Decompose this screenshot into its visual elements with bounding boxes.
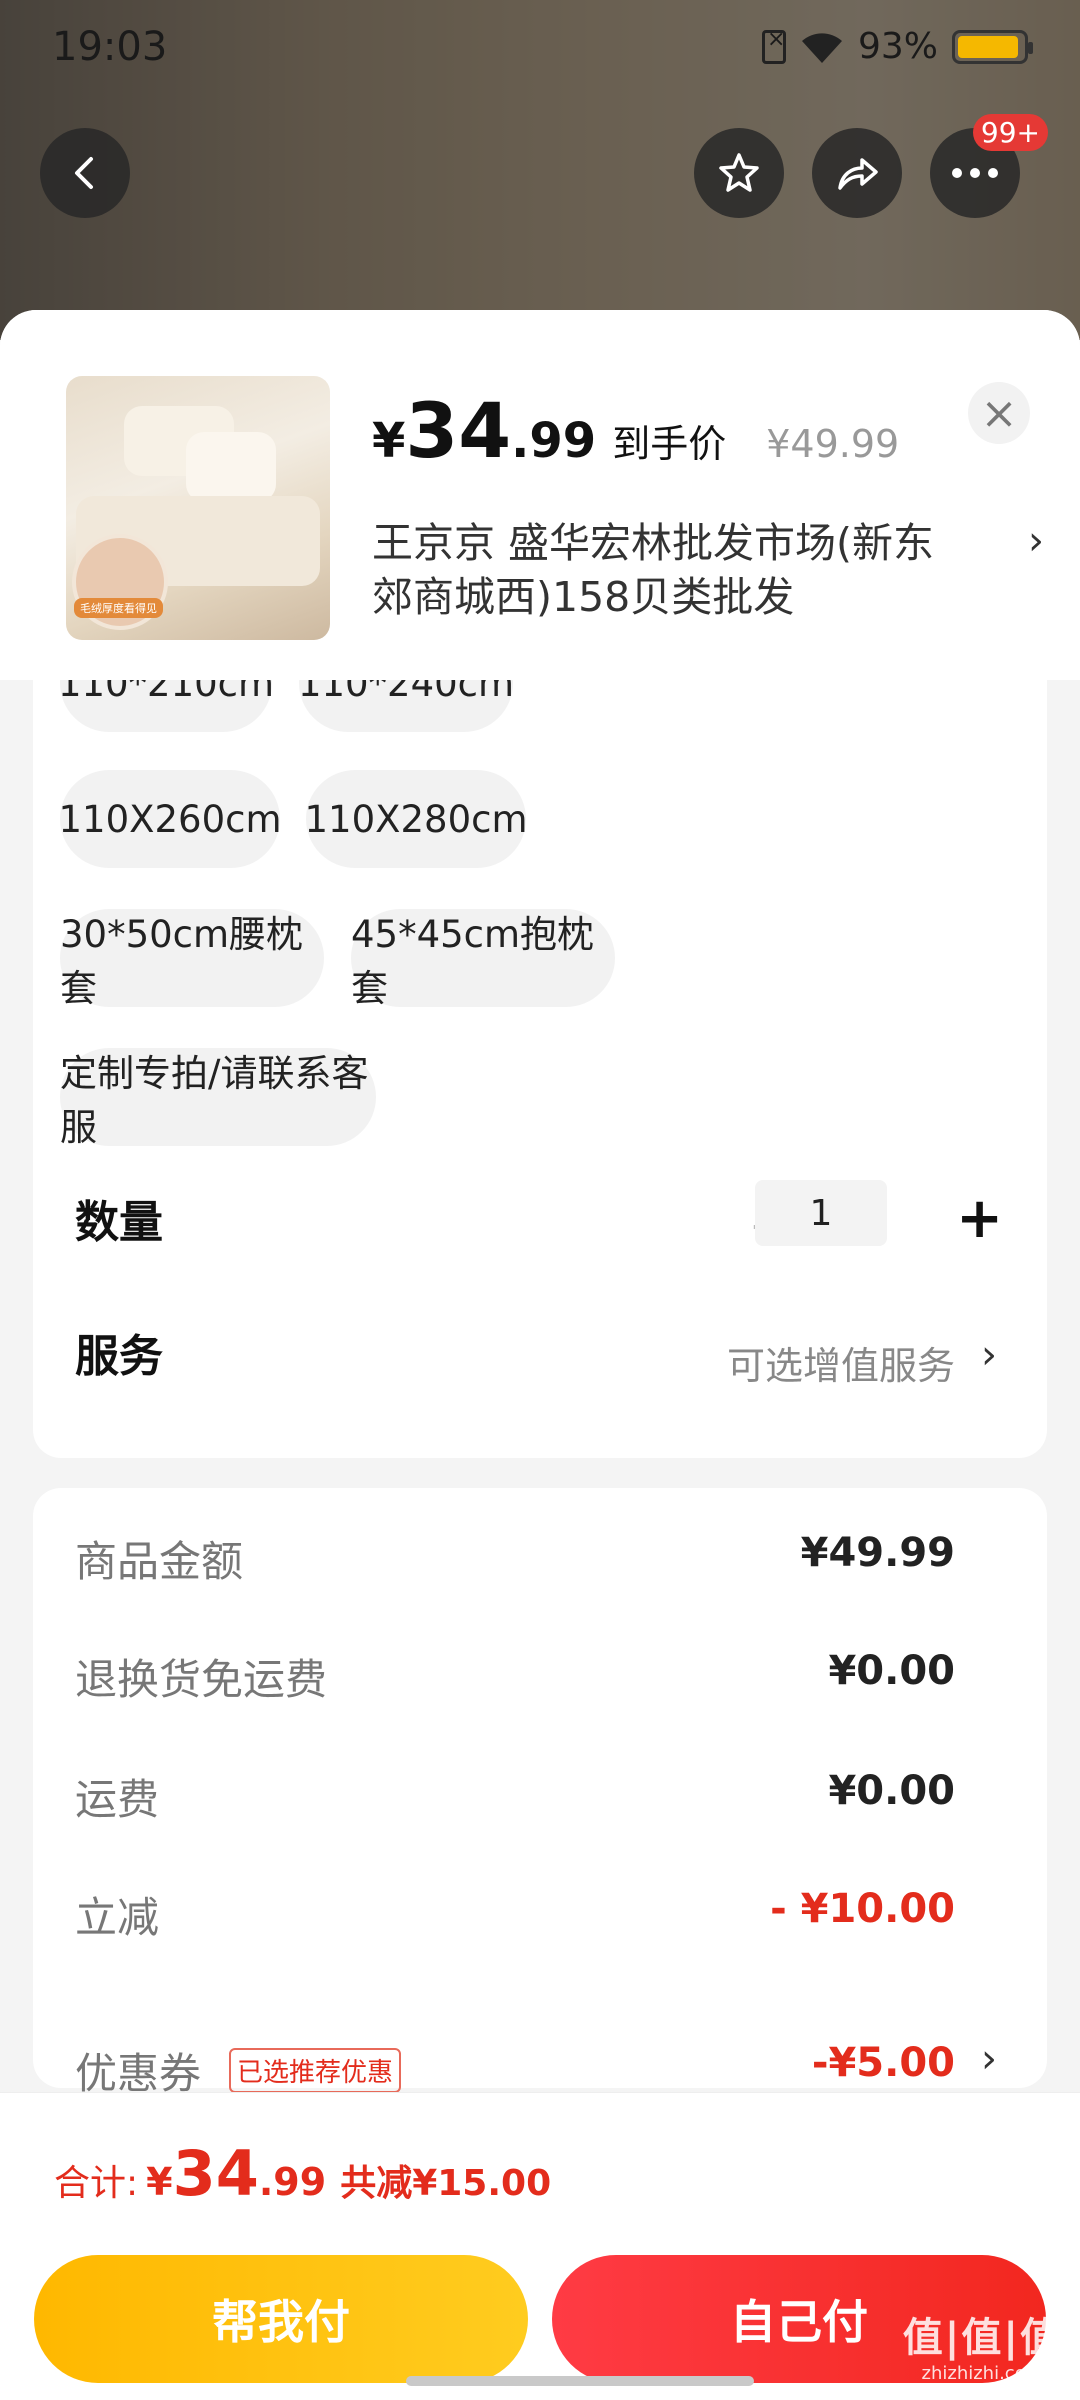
checkout-footer: 合计: ¥ 34 .99 共减¥15.00 帮我付 自己付 值|值|值 zhiz… [0,2092,1080,2400]
discount-value: - ¥10.00 [770,1886,955,1932]
spec-option[interactable]: 定制专拍/请联系客服 [60,1048,376,1149]
quantity-input[interactable]: 1 [755,1180,887,1246]
total-label: 合计: [54,2163,139,2204]
battery-percent: 93% [857,26,938,67]
thumbnail-tag: 毛绒厚度看得见 [74,598,163,618]
spec-option[interactable]: 110X260cm [59,770,282,868]
home-indicator[interactable] [406,2376,754,2386]
star-icon [719,153,759,192]
quantity-increase-button[interactable]: + [956,1186,1003,1251]
wifi-icon [801,32,842,63]
chevron-right-icon: › [981,2036,997,2082]
product-thumbnail[interactable]: 毛绒厚度看得见 [66,376,330,640]
final-price-label: 到手价 [612,422,727,466]
service-label: 服务 [75,1331,163,1382]
price-detail-card: 商品金额 ¥49.99 退换货免运费 ¥0.00 运费 ¥0.00 立减 - ¥… [33,1488,1047,2098]
purchase-sheet: 毛绒厚度看得见 ¥ 34 .99 到手价 ¥49.99 × 王京京 盛华宏林批发… [0,310,1080,2400]
order-total: 合计: ¥ 34 .99 共减¥15.00 [54,2137,552,2210]
chevron-left-icon [75,157,93,189]
sheet-header: 毛绒厚度看得见 ¥ 34 .99 到手价 ¥49.99 × 王京京 盛华宏林批发… [0,310,1080,680]
chevron-right-icon: › [981,1332,997,1378]
back-button[interactable] [40,128,130,218]
shipping-value: ¥0.00 [828,1768,955,1814]
quantity-label: 数量 [75,1197,163,1248]
spec-card: 110*210cm 110*240cm 110X260cm 110X280cm … [33,680,1047,1458]
help-pay-button[interactable]: 帮我付 [34,2255,528,2383]
status-bar: 19:03 93% [0,0,1080,92]
service-selector[interactable]: 可选增值服务 [727,1335,955,1390]
coupon-tag: 已选推荐优惠 [229,2048,402,2093]
battery-level [958,35,1018,58]
spec-option[interactable]: 45*45cm抱枕套 [351,909,615,1010]
favorite-button[interactable] [694,128,784,218]
spec-option[interactable]: 110*240cm [298,680,514,732]
shop-name[interactable]: 王京京 盛华宏林批发市场(新东郊商城西)158贝类批发 [372,516,972,624]
notification-badge: 99+ [972,114,1048,151]
more-button[interactable]: 99+ [930,114,1048,218]
shipping-label: 运费 [75,1775,160,1824]
discount-label: 立减 [75,1893,160,1942]
watermark: 值|值|值 zhizhizhi.com [902,2315,1062,2384]
return-shipping-label: 退换货免运费 [75,1655,328,1704]
share-button[interactable] [812,128,902,218]
share-icon [838,158,878,190]
battery-icon [952,29,1033,64]
return-shipping-value: ¥0.00 [828,1648,955,1694]
spec-option[interactable]: 110*210cm [58,680,274,732]
close-button[interactable]: × [968,382,1030,444]
spec-option[interactable]: 30*50cm腰枕套 [60,909,324,1010]
chevron-right-icon: › [1028,518,1044,564]
product-price: ¥ 34 .99 到手价 ¥49.99 [372,386,900,475]
close-icon: × [980,387,1018,439]
spec-option[interactable]: 110X280cm [305,770,528,868]
status-time: 19:03 [52,24,168,70]
original-price: ¥49.99 [766,422,900,466]
total-saved: 共减¥15.00 [340,2163,552,2204]
coupon-value[interactable]: -¥5.00 [812,2040,955,2086]
no-sim-icon [761,27,786,64]
more-dots-icon [952,168,998,178]
goods-amount-value: ¥49.99 [800,1530,955,1576]
goods-amount-label: 商品金额 [75,1537,244,1586]
